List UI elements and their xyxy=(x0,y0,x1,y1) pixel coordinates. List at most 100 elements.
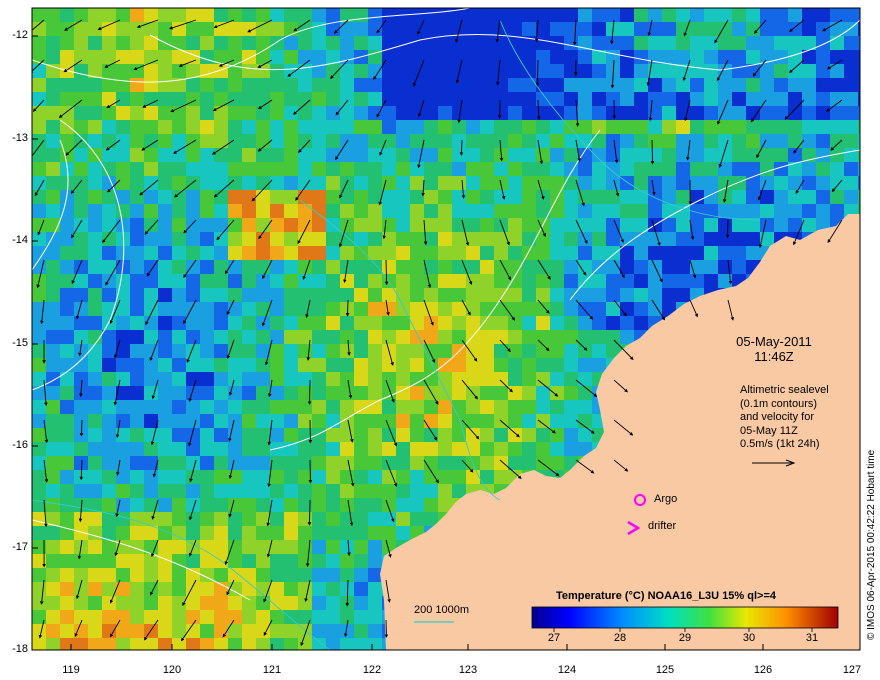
sst-pixel xyxy=(60,540,74,554)
sst-pixel xyxy=(144,400,158,414)
sst-pixel xyxy=(368,568,382,582)
sst-pixel xyxy=(802,176,816,190)
sst-pixel xyxy=(606,288,620,302)
sst-pixel xyxy=(452,330,466,344)
sst-pixel xyxy=(354,414,368,428)
sst-pixel xyxy=(830,120,844,134)
sst-pixel xyxy=(46,596,60,610)
sst-pixel xyxy=(382,498,396,512)
sst-pixel xyxy=(228,78,242,92)
sst-pixel xyxy=(774,204,788,218)
sst-pixel xyxy=(46,22,60,36)
sst-pixel xyxy=(200,134,214,148)
sst-pixel xyxy=(74,288,88,302)
sst-pixel xyxy=(536,302,550,316)
sst-pixel xyxy=(74,106,88,120)
sst-pixel xyxy=(186,596,200,610)
sst-pixel xyxy=(718,162,732,176)
sst-pixel xyxy=(466,470,480,484)
sst-pixel xyxy=(424,414,438,428)
sst-pixel xyxy=(634,120,648,134)
sst-pixel xyxy=(228,120,242,134)
sst-pixel xyxy=(242,358,256,372)
sst-pixel xyxy=(326,498,340,512)
sst-pixel xyxy=(620,302,634,316)
sst-pixel xyxy=(662,218,676,232)
sst-pixel xyxy=(186,134,200,148)
sst-pixel xyxy=(130,400,144,414)
sst-pixel xyxy=(844,148,858,162)
sst-pixel xyxy=(368,120,382,134)
sst-pixel xyxy=(214,8,228,22)
sst-pixel xyxy=(298,526,312,540)
sst-pixel xyxy=(578,344,592,358)
sst-pixel xyxy=(46,134,60,148)
sst-pixel xyxy=(452,204,466,218)
sst-pixel xyxy=(354,372,368,386)
sst-pixel xyxy=(242,8,256,22)
sst-pixel xyxy=(172,162,186,176)
sst-pixel xyxy=(508,344,522,358)
sst-pixel xyxy=(116,400,130,414)
sst-pixel xyxy=(214,260,228,274)
sst-pixel xyxy=(578,372,592,386)
sst-pixel xyxy=(102,470,116,484)
sst-pixel xyxy=(88,22,102,36)
sst-pixel xyxy=(60,260,74,274)
sst-pixel xyxy=(410,78,424,92)
sst-pixel xyxy=(606,36,620,50)
sst-pixel xyxy=(88,414,102,428)
sst-pixel xyxy=(312,190,326,204)
sst-pixel xyxy=(284,582,298,596)
sst-pixel xyxy=(508,372,522,386)
sst-pixel xyxy=(158,8,172,22)
sst-pixel xyxy=(74,92,88,106)
sst-pixel xyxy=(144,176,158,190)
sst-pixel xyxy=(536,148,550,162)
sst-pixel xyxy=(242,274,256,288)
sst-pixel xyxy=(270,624,284,638)
sst-pixel xyxy=(200,288,214,302)
sst-pixel xyxy=(382,106,396,120)
sst-pixel xyxy=(200,190,214,204)
sst-pixel xyxy=(690,274,704,288)
sst-pixel xyxy=(508,78,522,92)
sst-pixel xyxy=(410,428,424,442)
sst-pixel xyxy=(788,22,802,36)
sst-pixel xyxy=(816,50,830,64)
sst-pixel xyxy=(592,92,606,106)
sst-pixel xyxy=(116,610,130,624)
sst-pixel xyxy=(130,78,144,92)
sst-pixel xyxy=(74,274,88,288)
sst-pixel xyxy=(844,64,858,78)
sst-pixel xyxy=(116,148,130,162)
sst-pixel xyxy=(522,316,536,330)
sst-pixel xyxy=(74,414,88,428)
sst-pixel xyxy=(564,120,578,134)
sst-pixel xyxy=(284,162,298,176)
sst-pixel xyxy=(578,50,592,64)
sst-pixel xyxy=(466,22,480,36)
sst-pixel xyxy=(172,526,186,540)
sst-pixel xyxy=(74,64,88,78)
sst-pixel xyxy=(578,358,592,372)
sst-pixel xyxy=(116,568,130,582)
sst-pixel xyxy=(396,526,410,540)
sst-pixel xyxy=(396,442,410,456)
sst-pixel xyxy=(522,204,536,218)
sst-pixel xyxy=(242,260,256,274)
sst-pixel xyxy=(116,92,130,106)
sst-pixel xyxy=(340,400,354,414)
sst-pixel xyxy=(606,204,620,218)
sst-pixel xyxy=(88,162,102,176)
sst-pixel xyxy=(606,316,620,330)
sst-pixel xyxy=(466,92,480,106)
sst-pixel xyxy=(564,428,578,442)
sst-pixel xyxy=(438,414,452,428)
sst-pixel xyxy=(200,246,214,260)
sst-pixel xyxy=(102,400,116,414)
sst-pixel xyxy=(144,218,158,232)
sst-pixel xyxy=(158,428,172,442)
sst-pixel xyxy=(158,624,172,638)
sst-pixel xyxy=(242,386,256,400)
